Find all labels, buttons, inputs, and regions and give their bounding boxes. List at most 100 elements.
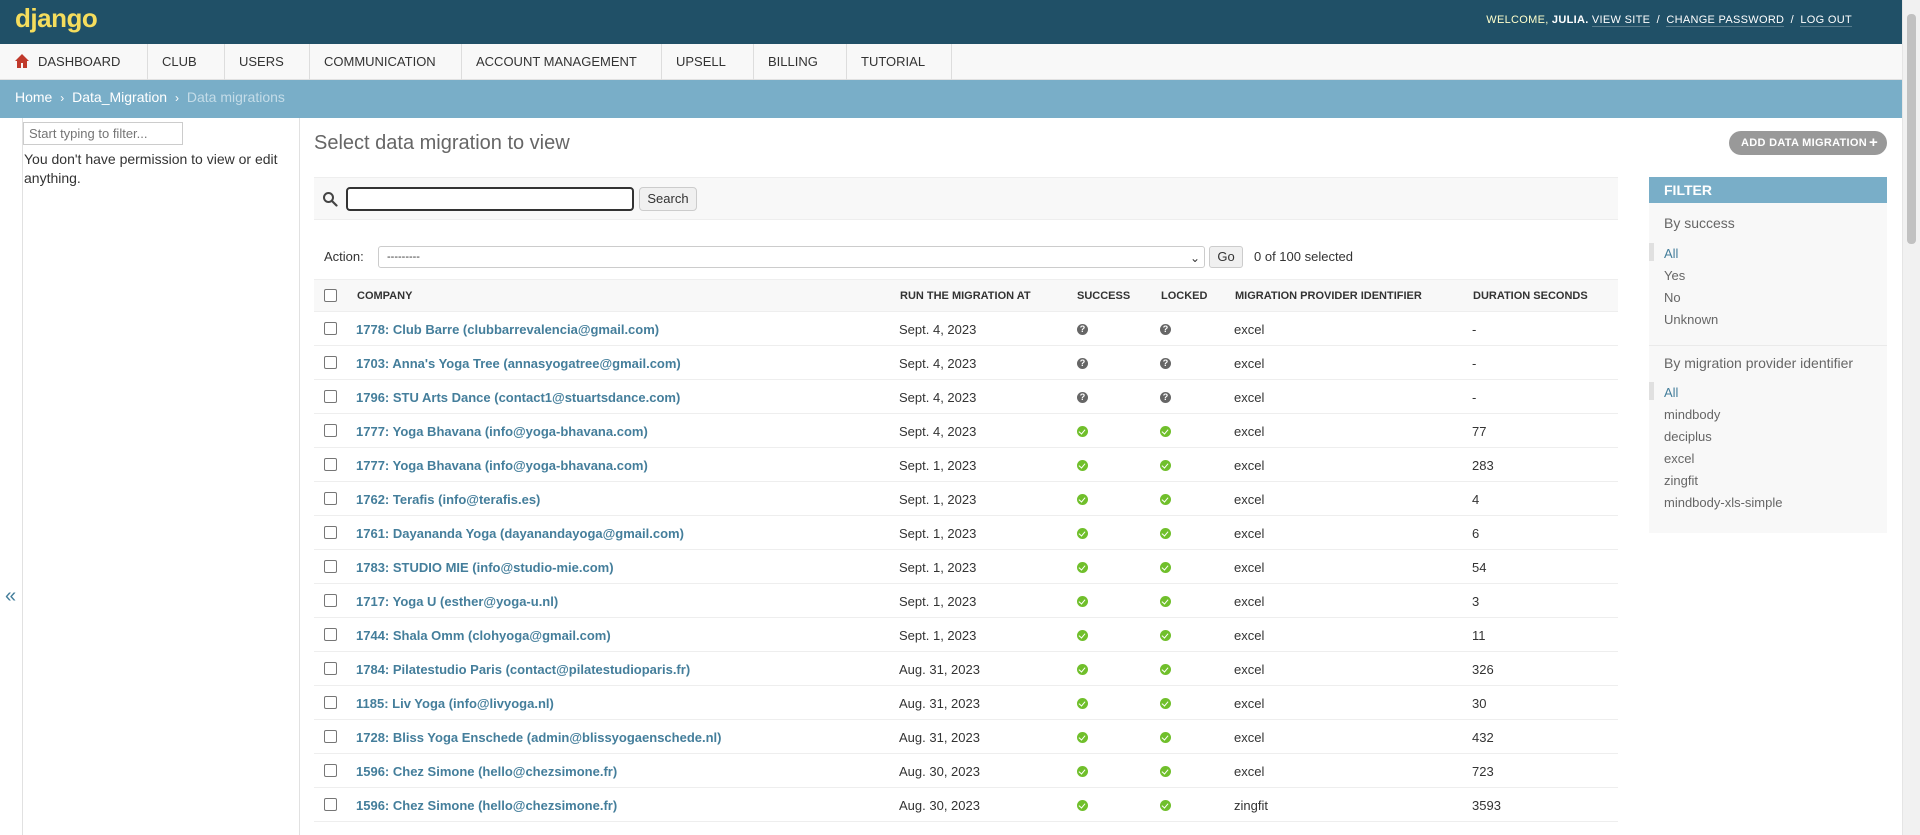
- search-toolbar: Search: [314, 177, 1618, 220]
- company-link[interactable]: 1728: Bliss Yoga Enschede (admin@blissyo…: [356, 730, 722, 745]
- company-link[interactable]: 1777: Yoga Bhavana (info@yoga-bhavana.co…: [356, 458, 648, 473]
- company-link[interactable]: 1185: Liv Yoga (info@livyoga.nl): [356, 696, 554, 711]
- table-row: 1596: Chez Simone (hello@chezsimone.fr) A…: [314, 788, 1618, 822]
- row-checkbox[interactable]: [324, 628, 337, 641]
- company-link[interactable]: 1703: Anna's Yoga Tree (annasyogatree@gm…: [356, 356, 681, 371]
- filter-success-no[interactable]: No: [1664, 290, 1681, 305]
- sidebar-toggle-button[interactable]: «: [5, 585, 16, 608]
- table-row: 1784: Pilatestudio Paris (contact@pilate…: [314, 652, 1618, 686]
- filter-provider-all[interactable]: All: [1664, 385, 1678, 400]
- breadcrumb-separator: ›: [174, 91, 179, 105]
- nav-item-billing[interactable]: BILLING: [754, 44, 847, 100]
- row-checkbox[interactable]: [324, 594, 337, 607]
- filter-provider-mindbody-xls-simple[interactable]: mindbody-xls-simple: [1664, 495, 1782, 510]
- filter-provider-deciplus[interactable]: deciplus: [1664, 429, 1712, 444]
- row-checkbox[interactable]: [324, 798, 337, 811]
- duration-value: 3593: [1472, 798, 1501, 813]
- company-link[interactable]: 1783: STUDIO MIE (info@studio-mie.com): [356, 560, 614, 575]
- page-scrollbar[interactable]: [1902, 0, 1920, 835]
- action-select[interactable]: --------- ⌄: [378, 246, 1205, 268]
- run-at-value: Aug. 31, 2023: [899, 696, 980, 711]
- select-all-checkbox[interactable]: [324, 289, 337, 302]
- view-site-link[interactable]: VIEW SITE: [1591, 14, 1651, 27]
- log-out-link[interactable]: LOG OUT: [1800, 14, 1852, 27]
- go-button[interactable]: Go: [1209, 246, 1243, 268]
- success-yes-icon: [1077, 596, 1088, 607]
- column-header-locked[interactable]: LOCKED: [1161, 290, 1207, 302]
- company-link[interactable]: 1596: Chez Simone (hello@chezsimone.fr): [356, 798, 617, 813]
- row-checkbox[interactable]: [324, 322, 337, 335]
- company-link[interactable]: 1778: Club Barre (clubbarrevalencia@gmai…: [356, 322, 659, 337]
- row-checkbox[interactable]: [324, 730, 337, 743]
- scrollbar-thumb[interactable]: [1907, 14, 1916, 244]
- search-button[interactable]: Search: [639, 187, 697, 211]
- duration-value: 54: [1472, 560, 1487, 575]
- column-header-company[interactable]: COMPANY: [357, 290, 412, 302]
- nav-item-club[interactable]: CLUB: [148, 44, 225, 100]
- main-nav: DASHBOARD CLUB USERS COMMUNICATION ACCOU…: [0, 44, 1902, 100]
- row-checkbox[interactable]: [324, 764, 337, 777]
- nav-filter-input[interactable]: [23, 122, 183, 145]
- site-brand[interactable]: django: [15, 3, 98, 34]
- row-checkbox[interactable]: [324, 662, 337, 675]
- search-input[interactable]: [346, 187, 634, 211]
- nav-item-dashboard[interactable]: DASHBOARD: [0, 44, 148, 80]
- company-link[interactable]: 1762: Terafis (info@terafis.es): [356, 492, 540, 507]
- company-link[interactable]: 1796: STU Arts Dance (contact1@stuartsda…: [356, 390, 680, 405]
- nav-item-account-management[interactable]: ACCOUNT MANAGEMENT: [462, 44, 662, 100]
- row-checkbox[interactable]: [324, 696, 337, 709]
- filter-success-all[interactable]: All: [1664, 246, 1678, 261]
- company-link[interactable]: 1744: Shala Omm (clohyoga@gmail.com): [356, 628, 611, 643]
- nav-item-tutorial[interactable]: TUTORIAL: [847, 44, 952, 100]
- provider-value: excel: [1234, 526, 1265, 541]
- filter-provider-excel[interactable]: excel: [1664, 451, 1694, 466]
- breadcrumb-app[interactable]: Data_Migration: [72, 89, 167, 105]
- column-header-provider[interactable]: MIGRATION PROVIDER IDENTIFIER: [1235, 290, 1422, 302]
- nav-label: ACCOUNT MANAGEMENT: [476, 54, 637, 69]
- row-checkbox[interactable]: [324, 526, 337, 539]
- row-checkbox[interactable]: [324, 560, 337, 573]
- table-row: 1728: Bliss Yoga Enschede (admin@blissyo…: [314, 720, 1618, 754]
- row-checkbox[interactable]: [324, 492, 337, 505]
- column-header-duration[interactable]: DURATION SECONDS: [1473, 290, 1588, 302]
- row-checkbox[interactable]: [324, 390, 337, 403]
- filter-divider: [1649, 345, 1887, 346]
- run-at-value: Sept. 4, 2023: [899, 390, 977, 405]
- actions-bar: Action: --------- ⌄ Go 0 of 100 selected: [314, 243, 1618, 273]
- table-body: 1778: Club Barre (clubbarrevalencia@gmai…: [314, 312, 1618, 822]
- filter-success-unknown[interactable]: Unknown: [1664, 312, 1718, 327]
- filter-provider-zingfit[interactable]: zingfit: [1664, 473, 1698, 488]
- company-link[interactable]: 1717: Yoga U (esther@yoga-u.nl): [356, 594, 558, 609]
- company-link[interactable]: 1596: Chez Simone (hello@chezsimone.fr): [356, 764, 617, 779]
- selected-indicator: [1649, 243, 1654, 261]
- column-header-run-at[interactable]: RUN THE MIGRATION AT: [900, 290, 1031, 302]
- add-button-label: ADD DATA MIGRATION: [1741, 137, 1867, 149]
- locked-yes-icon: [1160, 732, 1171, 743]
- duration-value: 283: [1472, 458, 1494, 473]
- table-header: COMPANY RUN THE MIGRATION AT SUCCESS LOC…: [314, 279, 1618, 312]
- filter-success-yes[interactable]: Yes: [1664, 268, 1685, 283]
- table-row: 1777: Yoga Bhavana (info@yoga-bhavana.co…: [314, 448, 1618, 482]
- add-data-migration-button[interactable]: ADD DATA MIGRATION +: [1729, 131, 1887, 155]
- row-checkbox[interactable]: [324, 458, 337, 471]
- locked-yes-icon: [1160, 664, 1171, 675]
- company-link[interactable]: 1784: Pilatestudio Paris (contact@pilate…: [356, 662, 690, 677]
- company-link[interactable]: 1777: Yoga Bhavana (info@yoga-bhavana.co…: [356, 424, 648, 439]
- nav-item-users[interactable]: USERS: [225, 44, 310, 100]
- run-at-value: Sept. 4, 2023: [899, 356, 977, 371]
- breadcrumb-home[interactable]: Home: [15, 89, 52, 105]
- run-at-value: Sept. 1, 2023: [899, 492, 977, 507]
- provider-value: excel: [1234, 390, 1265, 405]
- run-at-value: Aug. 30, 2023: [899, 764, 980, 779]
- plus-icon: +: [1868, 134, 1878, 151]
- change-password-link[interactable]: CHANGE PASSWORD: [1666, 14, 1785, 27]
- column-header-success[interactable]: SUCCESS: [1077, 290, 1130, 302]
- row-checkbox[interactable]: [324, 424, 337, 437]
- locked-yes-icon: [1160, 460, 1171, 471]
- nav-item-upsell[interactable]: UPSELL: [662, 44, 754, 100]
- nav-item-communication[interactable]: COMMUNICATION: [310, 44, 462, 100]
- filter-provider-mindbody[interactable]: mindbody: [1664, 407, 1720, 422]
- company-link[interactable]: 1761: Dayananda Yoga (dayanandayoga@gmai…: [356, 526, 684, 541]
- success-unknown-icon: [1077, 323, 1088, 335]
- row-checkbox[interactable]: [324, 356, 337, 369]
